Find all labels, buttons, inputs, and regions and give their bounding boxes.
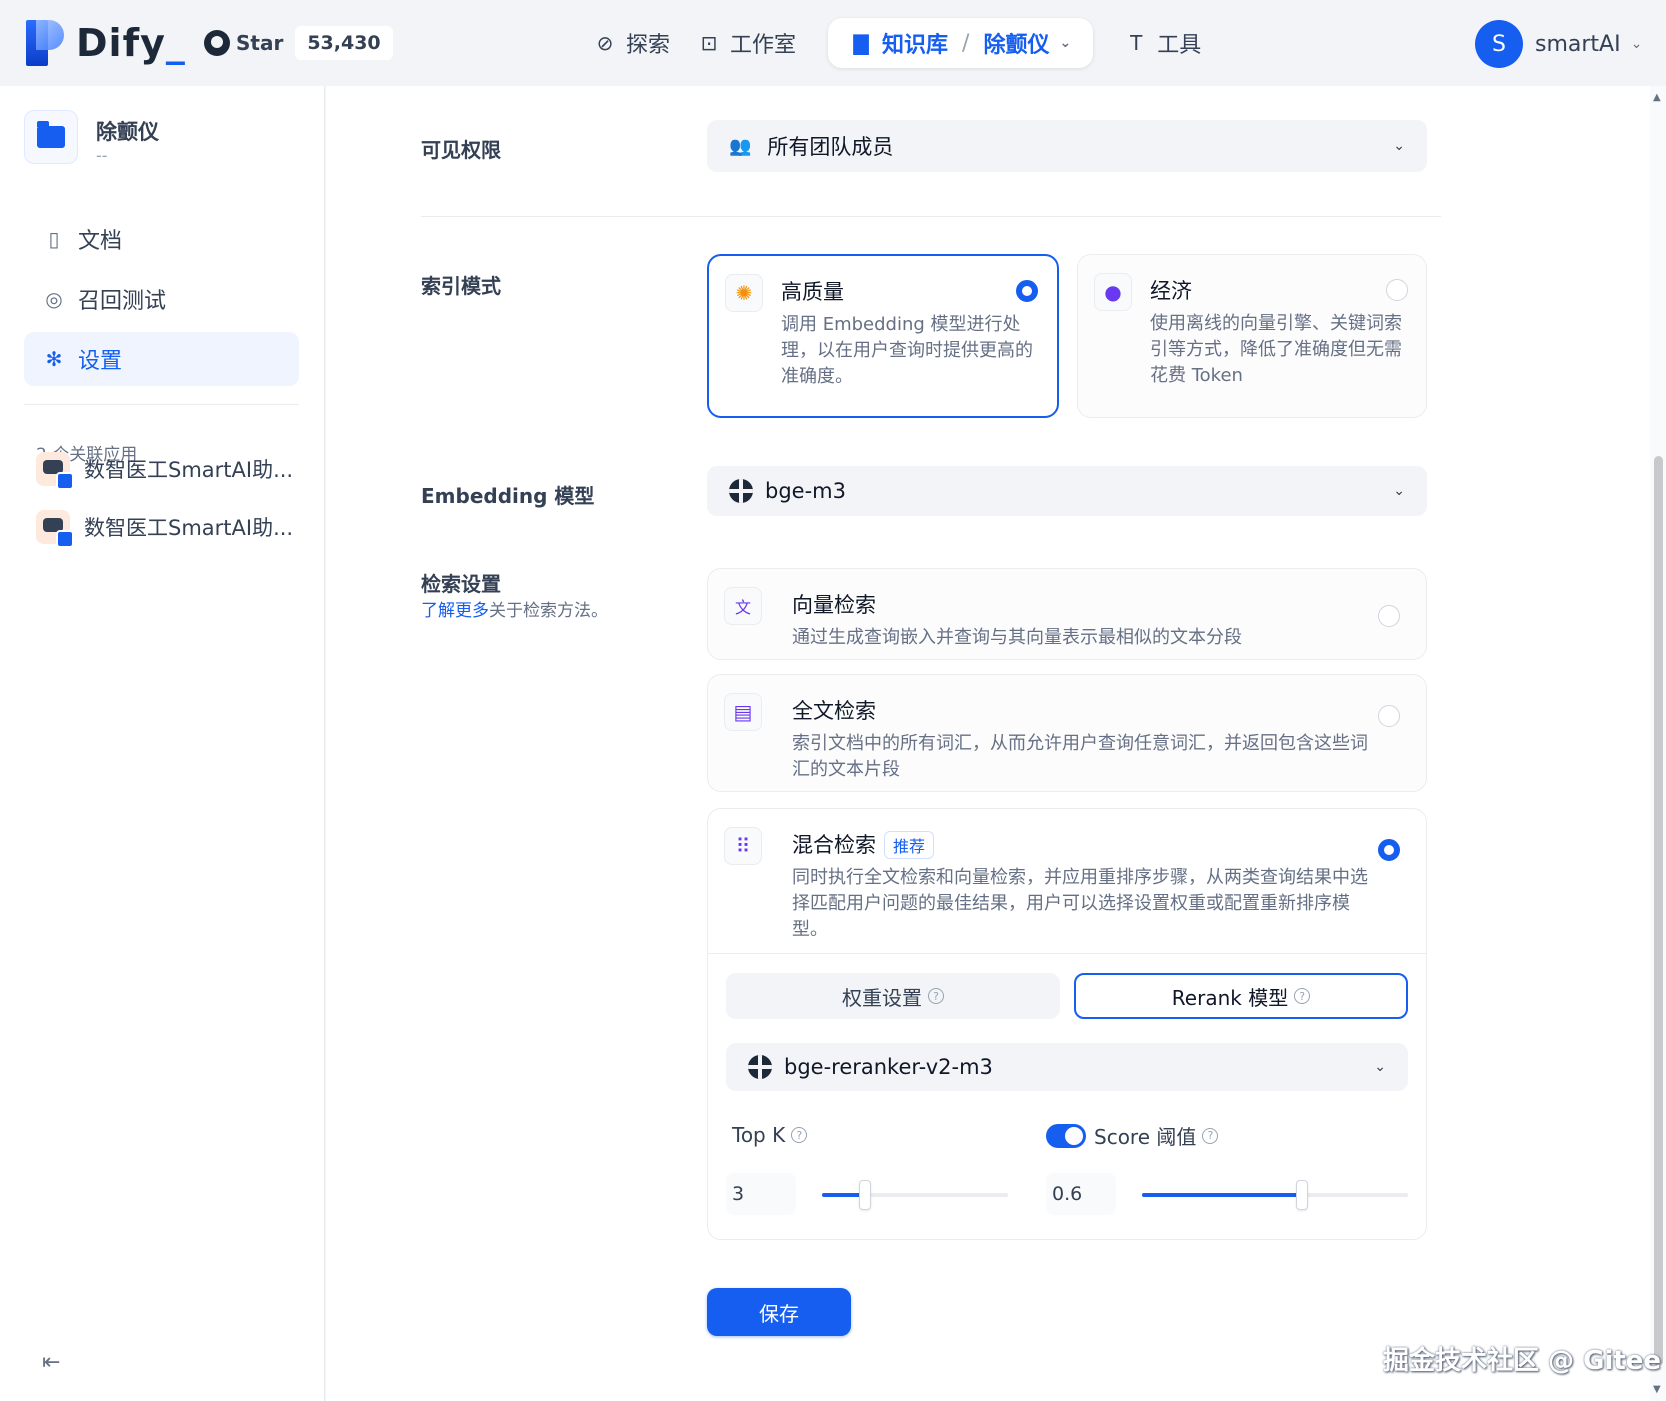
sidebar-menu: ▯ 文档 ◎ 召回测试 ✻ 设置	[24, 212, 299, 392]
target-icon: ◎	[45, 287, 63, 311]
document-icon: ▯	[48, 227, 60, 251]
radio-economy[interactable]	[1386, 279, 1408, 301]
score-threshold-input[interactable]: 0.6	[1046, 1173, 1116, 1215]
app-robot-icon	[36, 510, 74, 548]
retrieval-label: 检索设置	[421, 572, 501, 596]
chevron-down-icon: ⌄	[1374, 1059, 1386, 1075]
user-menu[interactable]: S smartAI ⌄	[1475, 20, 1642, 68]
github-star-count: 53,430	[295, 26, 393, 60]
translate-icon: 文	[724, 587, 762, 625]
top-k-slider[interactable]	[822, 1180, 1008, 1210]
permission-select[interactable]: 👥 所有团队成员 ⌄	[707, 120, 1427, 172]
watermark: 掘金技术社区 @ Gitee	[1383, 1346, 1662, 1376]
score-threshold-slider[interactable]	[1142, 1180, 1408, 1210]
index-mode-economy[interactable]: ● 经济 使用离线的向量引擎、关键词索引等方式，降低了准确度但无需花费 Toke…	[1077, 254, 1427, 418]
file-search-icon: ▤	[724, 693, 762, 731]
slider-thumb[interactable]	[1296, 1180, 1308, 1210]
app-robot-icon	[36, 452, 74, 490]
github-star-badge[interactable]: Star 53,430	[204, 26, 393, 60]
sidebar-divider	[24, 404, 299, 405]
index-mode-label: 索引模式	[421, 274, 501, 298]
retrieval-hybrid[interactable]: ⠿ 混合检索 推荐 同时执行全文检索和向量检索，并应用重排序步骤，从两类查询结果中…	[707, 808, 1427, 1240]
help-icon: ?	[1294, 988, 1311, 1004]
sidebar: 除颤仪 -- ▯ 文档 ◎ 召回测试 ✻ 设置 2 个关联应用 数智医工Smar…	[0, 86, 325, 1401]
sidebar-item-settings[interactable]: ✻ 设置	[24, 332, 299, 386]
slider-fill	[1142, 1193, 1302, 1197]
sun-icon: ✺	[725, 274, 763, 312]
retrieval-fulltext[interactable]: ▤ 全文检索 索引文档中的所有词汇，从而允许用户查询任意词汇，并返回包含这些词汇…	[707, 674, 1427, 792]
tab-rerank-model[interactable]: Rerank 模型?	[1074, 973, 1408, 1019]
avatar: S	[1475, 20, 1523, 68]
top-k-input[interactable]: 3	[726, 1173, 796, 1215]
github-icon	[204, 30, 230, 56]
scroll-down-icon[interactable]: ▼	[1653, 1384, 1661, 1395]
retrieval-vector[interactable]: 文 向量检索 通过生成查询嵌入并查询与其向量表示最相似的文本分段	[707, 568, 1427, 660]
users-icon: 👥	[729, 135, 752, 157]
main-nav: ⊘ 探索 ⊡ 工作室 ▇ 知识库 / 除颤仪 ⌄ T 工具	[580, 18, 1215, 68]
score-threshold-toggle[interactable]	[1046, 1123, 1086, 1148]
piggy-bank-icon: ●	[1094, 273, 1132, 311]
nav-dataset-selector[interactable]: 除颤仪	[983, 27, 1049, 59]
radio-high-quality[interactable]	[1016, 280, 1038, 302]
save-button[interactable]: 保存	[707, 1288, 851, 1336]
divider	[708, 953, 1426, 954]
sidebar-item-retrieval-test[interactable]: ◎ 召回测试	[24, 272, 299, 326]
nav-explore[interactable]: ⊘ 探索	[580, 18, 684, 68]
dify-logo[interactable]: Dify_	[26, 20, 186, 66]
hammer-icon: T	[1130, 31, 1143, 55]
chevron-down-icon: ⌄	[1630, 36, 1643, 52]
github-star-label: Star	[236, 31, 284, 55]
slider-thumb[interactable]	[859, 1180, 871, 1210]
embedding-model-select[interactable]: bge-m3 ⌄	[707, 466, 1427, 516]
learn-more-link[interactable]: 了解更多	[421, 601, 489, 621]
nav-studio[interactable]: ⊡ 工作室	[684, 18, 810, 68]
collapse-sidebar-icon[interactable]: ⇤	[42, 1350, 60, 1375]
divider	[421, 216, 1441, 217]
dify-logo-mark	[26, 20, 66, 66]
dataset-description: --	[96, 146, 108, 165]
chevron-down-icon: ⌄	[1059, 35, 1072, 51]
top-header: Dify_ Star 53,430 ⊘ 探索 ⊡ 工作室 ▇ 知识库 / 除颤仪…	[0, 0, 1666, 86]
logo-text: Dify_	[76, 21, 186, 65]
robot-icon: ⊡	[700, 31, 718, 55]
embedding-label: Embedding 模型	[421, 484, 595, 508]
chevron-down-icon: ⌄	[1393, 483, 1405, 499]
related-app-item[interactable]: 数智医工SmartAI助...	[36, 452, 293, 490]
dataset-header: 除颤仪 --	[24, 110, 159, 165]
nav-tools[interactable]: T 工具	[1111, 18, 1215, 68]
book-icon: ▇	[853, 31, 869, 55]
settings-panel: 可见权限 👥 所有团队成员 ⌄ 索引模式 ✺ 高质量 调用 Embedding …	[326, 86, 1650, 1401]
rerank-model-select[interactable]: bge-reranker-v2-m3 ⌄	[726, 1043, 1408, 1091]
related-app-item[interactable]: 数智医工SmartAI助...	[36, 510, 293, 548]
recommended-badge: 推荐	[884, 831, 935, 859]
dataset-name: 除颤仪	[96, 120, 159, 144]
folder-icon	[24, 110, 78, 164]
compass-icon: ⊘	[596, 31, 614, 55]
help-icon: ?	[928, 988, 944, 1004]
learn-more-line: 了解更多关于检索方法。	[421, 601, 608, 621]
scroll-up-icon[interactable]: ▲	[1653, 92, 1661, 103]
sidebar-item-documents[interactable]: ▯ 文档	[24, 212, 299, 266]
tab-weight-settings[interactable]: 权重设置?	[726, 973, 1060, 1019]
chevron-down-icon: ⌄	[1393, 138, 1405, 154]
model-globe-icon	[748, 1055, 772, 1079]
model-globe-icon	[729, 479, 753, 503]
scrollbar-thumb[interactable]	[1654, 456, 1663, 1366]
score-threshold-label: Score 阈值?	[1046, 1121, 1219, 1150]
radio-fulltext[interactable]	[1378, 705, 1400, 727]
help-icon: ?	[791, 1127, 808, 1143]
radio-hybrid[interactable]	[1378, 839, 1400, 861]
permission-label: 可见权限	[421, 138, 501, 162]
user-name: smartAI	[1535, 31, 1621, 57]
scrollbar[interactable]: ▲ ▼	[1650, 86, 1666, 1401]
radio-vector[interactable]	[1378, 605, 1400, 627]
gear-icon: ✻	[45, 347, 63, 371]
grid-icon: ⠿	[724, 827, 762, 865]
top-k-label: Top K?	[732, 1123, 808, 1147]
index-mode-high-quality[interactable]: ✺ 高质量 调用 Embedding 模型进行处理，以在用户查询时提供更高的准确…	[707, 254, 1059, 418]
help-icon: ?	[1202, 1127, 1219, 1144]
nav-knowledge[interactable]: ▇ 知识库 / 除颤仪 ⌄	[828, 18, 1094, 68]
